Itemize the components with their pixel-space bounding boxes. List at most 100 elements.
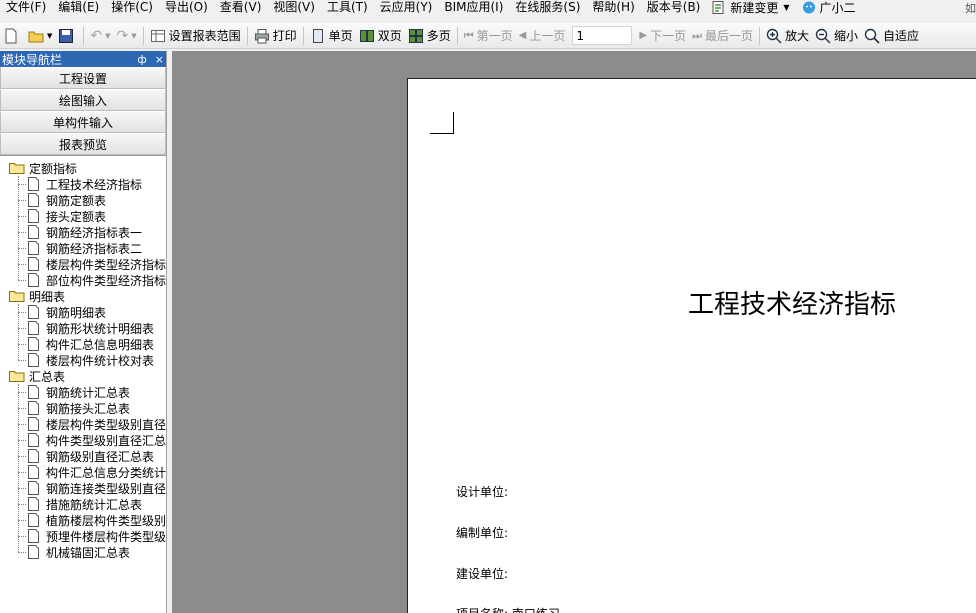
document-icon bbox=[28, 401, 39, 415]
tree-folder[interactable]: 明细表 bbox=[6, 288, 166, 304]
tree-item-label: 钢筋经济指标表二 bbox=[46, 241, 143, 256]
single-page-button[interactable]: 单页 bbox=[307, 25, 356, 47]
toolbar-separator bbox=[456, 26, 458, 45]
open-file-button[interactable]: ▼ bbox=[25, 25, 55, 47]
single-page-label: 单页 bbox=[328, 29, 353, 43]
document-icon bbox=[28, 193, 39, 207]
tree-item-label: 钢筋统计汇总表 bbox=[46, 385, 131, 400]
tree-item[interactable]: 钢筋统计汇总表 bbox=[6, 384, 166, 400]
tree-item[interactable]: 钢筋经济指标表一 bbox=[6, 224, 166, 240]
print-label: 打印 bbox=[272, 29, 297, 43]
nav-report-preview[interactable]: 报表预览 bbox=[0, 133, 166, 155]
last-page-label: 最后一页 bbox=[704, 29, 753, 43]
panel-title-bar: 模块导航栏 ф × bbox=[0, 51, 166, 67]
tree-item[interactable]: 接头定额表 bbox=[6, 208, 166, 224]
tree-item[interactable]: 钢筋定额表 bbox=[6, 192, 166, 208]
menu-export[interactable]: 导出(O) bbox=[159, 0, 214, 14]
report-preview-area[interactable]: 工程技术经济指标 设计单位: 编制单位: 建设单位: 项目名称: 南口练习 bbox=[172, 51, 976, 613]
menu-operate[interactable]: 操作(C) bbox=[105, 0, 159, 14]
tree-item[interactable]: 楼层构件类型经济指标 bbox=[6, 256, 166, 272]
nav-drawing-input[interactable]: 绘图输入 bbox=[0, 89, 166, 111]
prev-page-button[interactable]: ◀ 上一页 bbox=[516, 25, 569, 47]
pin-icon[interactable]: ф bbox=[137, 53, 146, 66]
tree-item[interactable]: 钢筋连接类型级别直径 bbox=[6, 480, 166, 496]
new-file-button[interactable] bbox=[0, 25, 25, 47]
save-icon bbox=[59, 28, 74, 43]
tree-item[interactable]: 钢筋级别直径汇总表 bbox=[6, 448, 166, 464]
page-number-input[interactable] bbox=[572, 26, 633, 45]
report-tree: 定额指标 工程技术经济指标 钢筋定额表 接头定额表 钢筋经济指标表一 钢筋经济指… bbox=[0, 155, 166, 611]
tree-item[interactable]: 措施筋统计汇总表 bbox=[6, 496, 166, 512]
tree-folder[interactable]: 定额指标 bbox=[6, 160, 166, 176]
menu-cloud[interactable]: 云应用(Y) bbox=[374, 0, 439, 14]
document-icon bbox=[28, 337, 39, 351]
dropdown-arrow-icon: ▼ bbox=[131, 31, 137, 40]
tree-item[interactable]: 预埋件楼层构件类型级 bbox=[6, 528, 166, 544]
close-icon[interactable]: × bbox=[155, 53, 164, 66]
tree-item[interactable]: 构件类型级别直径汇总 bbox=[6, 432, 166, 448]
menu-tools[interactable]: 工具(T) bbox=[321, 0, 374, 14]
redo-button[interactable]: ↷ ▼ bbox=[114, 25, 140, 47]
dropdown-arrow-icon: ▼ bbox=[783, 2, 790, 12]
last-page-button[interactable]: ⏭ 最后一页 bbox=[689, 25, 756, 47]
build-unit-field: 建设单位: bbox=[456, 567, 509, 581]
set-report-range-label: 设置报表范围 bbox=[168, 29, 241, 43]
tree-item-label: 植筋楼层构件类型级别 bbox=[45, 513, 166, 528]
menu-help[interactable]: 帮助(H) bbox=[586, 0, 640, 14]
print-button[interactable]: 打印 bbox=[251, 25, 300, 47]
nav-single-component-input[interactable]: 单构件输入 bbox=[0, 111, 166, 133]
document-icon bbox=[28, 353, 39, 367]
menu-view[interactable]: 查看(V) bbox=[214, 0, 268, 14]
nav-project-settings[interactable]: 工程设置 bbox=[0, 67, 166, 89]
menu-edit[interactable]: 编辑(E) bbox=[52, 0, 105, 14]
tree-item[interactable]: 工程技术经济指标 bbox=[6, 176, 166, 192]
document-icon bbox=[28, 529, 39, 543]
zoom-out-label: 缩小 bbox=[834, 29, 859, 43]
new-change-menu[interactable]: 新建变更 ▼ bbox=[706, 0, 795, 14]
tree-item[interactable]: 构件汇总信息明细表 bbox=[6, 336, 166, 352]
menu-online[interactable]: 在线服务(S) bbox=[509, 0, 586, 14]
tree-item[interactable]: 钢筋形状统计明细表 bbox=[6, 320, 166, 336]
document-icon bbox=[28, 257, 39, 271]
tree-item-label: 构件汇总信息明细表 bbox=[46, 337, 155, 352]
dropdown-arrow-icon: ▼ bbox=[47, 31, 53, 40]
last-page-icon: ⏭ bbox=[692, 28, 702, 42]
tree-item[interactable]: 楼层构件类型级别直径 bbox=[6, 416, 166, 432]
tree-item-label: 楼层构件统计校对表 bbox=[46, 353, 155, 368]
open-folder-icon bbox=[28, 31, 44, 42]
prev-page-label: 上一页 bbox=[529, 29, 566, 43]
multi-page-button[interactable]: 多页 bbox=[405, 25, 454, 47]
toolbar-separator bbox=[759, 26, 760, 45]
tree-item[interactable]: 楼层构件统计校对表 bbox=[6, 352, 166, 368]
menu-viewport[interactable]: 视图(V) bbox=[267, 0, 321, 14]
zoom-out-button[interactable]: 缩小 bbox=[812, 25, 861, 47]
tree-item[interactable]: 机械锚固汇总表 bbox=[6, 544, 166, 560]
double-page-button[interactable]: 双页 bbox=[356, 25, 405, 47]
tree-item[interactable]: 钢筋接头汇总表 bbox=[6, 400, 166, 416]
document-icon bbox=[28, 385, 39, 399]
report-title: 工程技术经济指标 bbox=[688, 290, 897, 320]
double-page-label: 双页 bbox=[377, 29, 402, 43]
zoom-in-button[interactable]: 放大 bbox=[763, 25, 812, 47]
tree-item[interactable]: 部位构件类型经济指标 bbox=[6, 272, 166, 288]
undo-button[interactable]: ↶ ▼ bbox=[87, 25, 113, 47]
fit-button[interactable]: 自适应 bbox=[861, 25, 922, 47]
folder-icon bbox=[9, 291, 25, 302]
menu-version[interactable]: 版本号(B) bbox=[641, 0, 707, 14]
zoom-out-icon bbox=[815, 28, 831, 43]
document-icon bbox=[28, 545, 39, 559]
menu-file[interactable]: 文件(F) bbox=[0, 0, 52, 14]
panel-title: 模块导航栏 bbox=[2, 52, 63, 67]
tree-folder[interactable]: 汇总表 bbox=[6, 368, 166, 384]
tree-item[interactable]: 钢筋明细表 bbox=[6, 304, 166, 320]
tree-item[interactable]: 构件汇总信息分类统计 bbox=[6, 464, 166, 480]
next-page-button[interactable]: ▶ 下一页 bbox=[636, 25, 689, 47]
save-button[interactable] bbox=[55, 25, 80, 47]
tree-item-label: 接头定额表 bbox=[46, 209, 107, 224]
assistant-menu[interactable]: 广小二 bbox=[796, 0, 862, 14]
first-page-button[interactable]: ⏮ 第一页 bbox=[461, 25, 516, 47]
tree-item[interactable]: 植筋楼层构件类型级别 bbox=[6, 512, 166, 528]
tree-item[interactable]: 钢筋经济指标表二 bbox=[6, 240, 166, 256]
set-report-range-button[interactable]: 设置报表范围 bbox=[147, 25, 244, 47]
menu-bim[interactable]: BIM应用(I) bbox=[438, 0, 509, 14]
